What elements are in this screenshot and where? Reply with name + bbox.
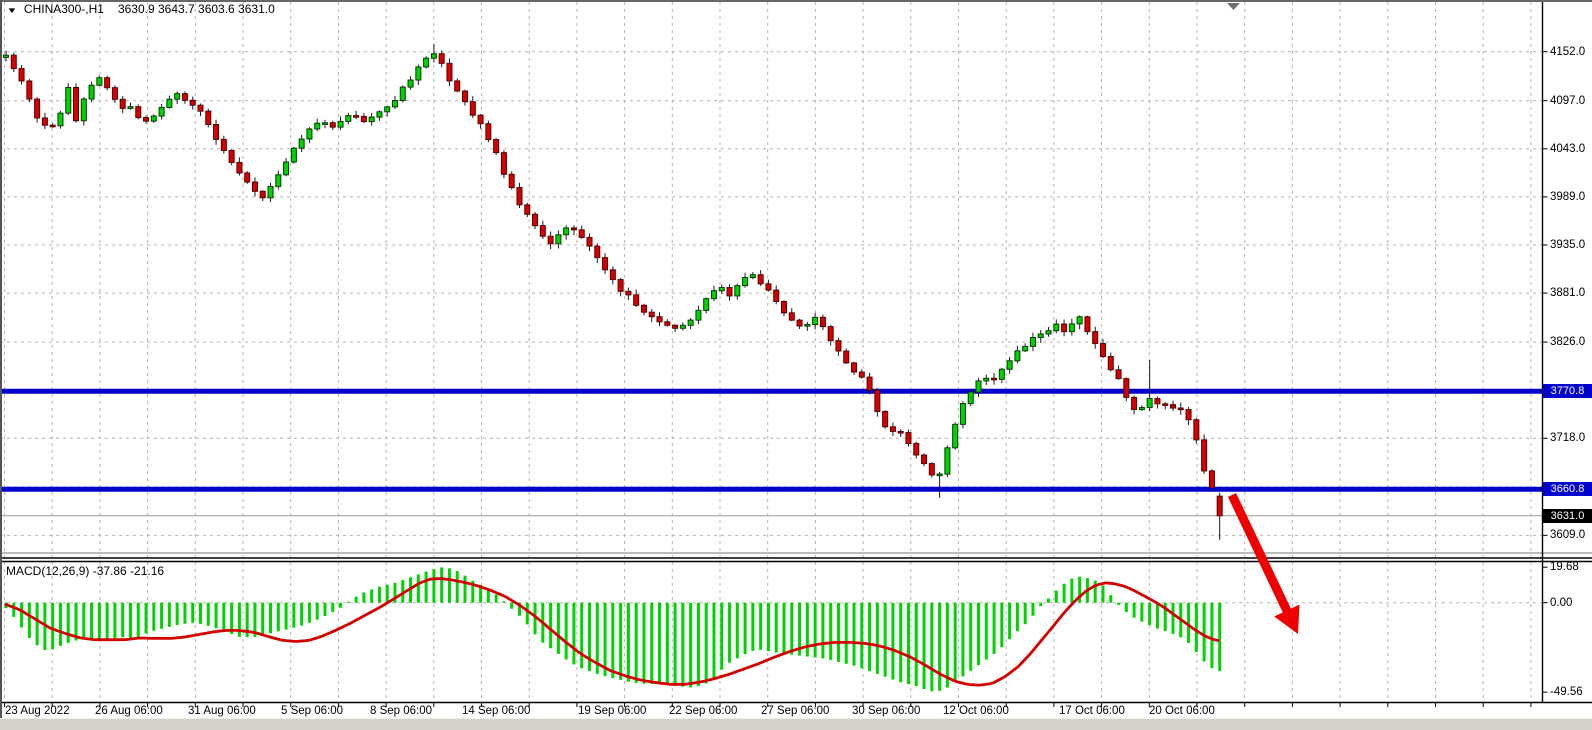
chart-window: ▼ CHINA300-,H1 3630.9 3643.7 3603.6 3631.0… [0, 0, 1592, 730]
symbol-timeframe-label: CHINA300-,H1 [24, 2, 104, 16]
price-tick-label: 3718.0 [1550, 431, 1585, 445]
price-tick-label: 3989.0 [1550, 190, 1585, 204]
price-tick-label: 3609.0 [1550, 528, 1585, 542]
time-tick-label: 22 Sep 06:00 [669, 704, 737, 718]
macd-tick-label: 19.68 [1550, 560, 1579, 574]
time-tick-label: 5 Sep 06:00 [281, 704, 343, 718]
hline-price-badge: 3660.8 [1543, 482, 1592, 496]
time-tick-label: 17 Oct 06:00 [1059, 704, 1125, 718]
macd-tick-label: 0.00 [1550, 596, 1572, 610]
time-tick-label: 14 Sep 06:00 [462, 704, 530, 718]
time-tick-label: 31 Aug 06:00 [188, 704, 256, 718]
time-tick-label: 30 Sep 06:00 [852, 704, 920, 718]
macd-indicator-label: MACD(12,26,9) -37.86 -21.16 [6, 564, 164, 578]
ohlc-quote-readout: 3630.9 3643.7 3603.6 3631.0 [118, 2, 275, 16]
time-tick-label: 12 Oct 06:00 [943, 704, 1009, 718]
time-tick-label: 23 Aug 2022 [5, 704, 70, 718]
price-tick-label: 4097.0 [1550, 94, 1585, 108]
time-tick-label: 8 Sep 06:00 [370, 704, 432, 718]
symbol-dropdown-icon[interactable]: ▼ [6, 6, 17, 15]
time-tick-label: 20 Oct 06:00 [1149, 704, 1215, 718]
price-tick-label: 3826.0 [1550, 335, 1585, 349]
window-status-strip [0, 718, 1592, 730]
time-tick-label: 26 Aug 06:00 [95, 704, 163, 718]
time-tick-label: 27 Sep 06:00 [761, 704, 829, 718]
current-price-badge: 3631.0 [1543, 509, 1592, 523]
price-tick-label: 3881.0 [1550, 286, 1585, 300]
time-tick-label: 19 Sep 06:00 [578, 704, 646, 718]
price-tick-label: 4152.0 [1550, 45, 1585, 59]
macd-tick-label: -49.56 [1550, 685, 1583, 699]
price-tick-label: 3935.0 [1550, 238, 1585, 252]
price-tick-label: 4043.0 [1550, 142, 1585, 156]
hline-price-badge: 3770.8 [1543, 384, 1592, 398]
chart-header: ▼ CHINA300-,H1 3630.9 3643.7 3603.6 3631.0 [8, 2, 275, 16]
price-chart-area[interactable] [0, 0, 1592, 730]
